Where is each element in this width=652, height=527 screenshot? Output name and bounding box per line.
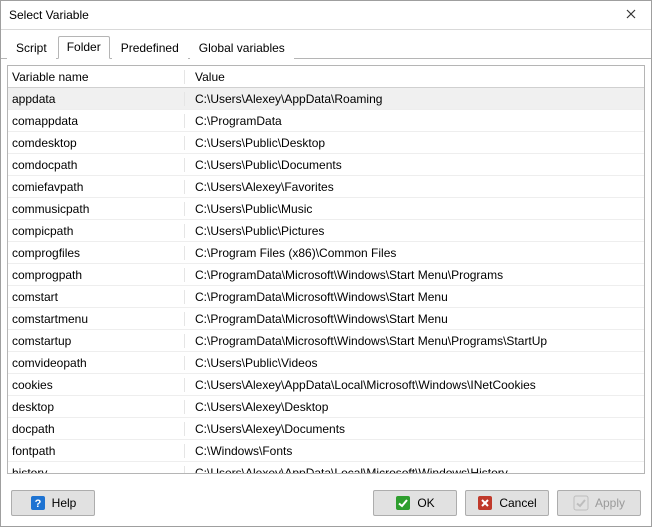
table-row[interactable]: commusicpathC:\Users\Public\Music [8, 198, 644, 220]
cell-variable-name: comstartmenu [8, 312, 185, 326]
cell-variable-name: compicpath [8, 224, 185, 238]
help-label: Help [52, 496, 77, 510]
ok-button[interactable]: OK [373, 490, 457, 516]
table-row[interactable]: comiefavpathC:\Users\Alexey\Favorites [8, 176, 644, 198]
cell-variable-name: commusicpath [8, 202, 185, 216]
svg-text:?: ? [34, 498, 41, 510]
table-row[interactable]: comprogfilesC:\Program Files (x86)\Commo… [8, 242, 644, 264]
tab-script[interactable]: Script [7, 37, 56, 59]
table-row[interactable]: historyC:\Users\Alexey\AppData\Local\Mic… [8, 462, 644, 473]
cell-variable-value: C:\Users\Alexey\AppData\Local\Microsoft\… [185, 378, 644, 392]
cell-variable-value: C:\Program Files (x86)\Common Files [185, 246, 644, 260]
cancel-button[interactable]: Cancel [465, 490, 549, 516]
titlebar: Select Variable [1, 1, 651, 30]
dialog-window: Select Variable Script Folder Predefined Gl… [0, 0, 652, 527]
tab-label: Global variables [199, 41, 285, 55]
cell-variable-name: fontpath [8, 444, 185, 458]
tab-label: Predefined [121, 41, 179, 55]
table-row[interactable]: comdocpathC:\Users\Public\Documents [8, 154, 644, 176]
tab-label: Folder [67, 40, 101, 54]
table-row[interactable]: compicpathC:\Users\Public\Pictures [8, 220, 644, 242]
cell-variable-value: C:\Users\Alexey\AppData\Local\Microsoft\… [185, 466, 644, 474]
cell-variable-value: C:\ProgramData\Microsoft\Windows\Start M… [185, 290, 644, 304]
tab-strip: Script Folder Predefined Global variables [1, 30, 651, 59]
close-icon [626, 8, 636, 22]
cell-variable-value: C:\Users\Public\Music [185, 202, 644, 216]
tab-predefined[interactable]: Predefined [112, 37, 188, 59]
tab-label: Script [16, 41, 47, 55]
table-row[interactable]: comstartupC:\ProgramData\Microsoft\Windo… [8, 330, 644, 352]
cell-variable-value: C:\Users\Alexey\AppData\Roaming [185, 92, 644, 106]
table-row[interactable]: comdesktopC:\Users\Public\Desktop [8, 132, 644, 154]
ok-label: OK [417, 496, 434, 510]
cell-variable-value: C:\ProgramData\Microsoft\Windows\Start M… [185, 268, 644, 282]
cell-variable-name: comiefavpath [8, 180, 185, 194]
close-button[interactable] [611, 1, 651, 29]
grid-header: Variable name Value [8, 66, 644, 88]
cell-variable-name: docpath [8, 422, 185, 436]
cancel-label: Cancel [499, 496, 536, 510]
cell-variable-value: C:\Users\Public\Pictures [185, 224, 644, 238]
cell-variable-value: C:\ProgramData\Microsoft\Windows\Start M… [185, 334, 644, 348]
table-row[interactable]: comstartC:\ProgramData\Microsoft\Windows… [8, 286, 644, 308]
table-row[interactable]: desktopC:\Users\Alexey\Desktop [8, 396, 644, 418]
cell-variable-name: comprogpath [8, 268, 185, 282]
column-header-name[interactable]: Variable name [8, 70, 185, 84]
table-row[interactable]: comstartmenuC:\ProgramData\Microsoft\Win… [8, 308, 644, 330]
table-row[interactable]: appdataC:\Users\Alexey\AppData\Roaming [8, 88, 644, 110]
cell-variable-name: comprogfiles [8, 246, 185, 260]
window-title: Select Variable [9, 8, 611, 22]
cell-variable-name: comappdata [8, 114, 185, 128]
grid-scroll[interactable]: Variable name Value appdataC:\Users\Alex… [8, 66, 644, 473]
cell-variable-name: appdata [8, 92, 185, 106]
cell-variable-name: history [8, 466, 185, 474]
cell-variable-value: C:\Users\Public\Desktop [185, 136, 644, 150]
table-row[interactable]: cookiesC:\Users\Alexey\AppData\Local\Mic… [8, 374, 644, 396]
cell-variable-name: comdocpath [8, 158, 185, 172]
apply-icon [573, 495, 589, 511]
table-row[interactable]: comappdataC:\ProgramData [8, 110, 644, 132]
cell-variable-value: C:\Users\Alexey\Favorites [185, 180, 644, 194]
apply-label: Apply [595, 496, 625, 510]
apply-button[interactable]: Apply [557, 490, 641, 516]
cell-variable-name: comstartup [8, 334, 185, 348]
cancel-icon [477, 495, 493, 511]
cell-variable-name: desktop [8, 400, 185, 414]
variable-grid: Variable name Value appdataC:\Users\Alex… [7, 65, 645, 474]
table-row[interactable]: comvideopathC:\Users\Public\Videos [8, 352, 644, 374]
help-button[interactable]: ? Help [11, 490, 95, 516]
cell-variable-value: C:\Users\Public\Documents [185, 158, 644, 172]
cell-variable-value: C:\Windows\Fonts [185, 444, 644, 458]
tab-folder[interactable]: Folder [58, 36, 110, 59]
cell-variable-name: comstart [8, 290, 185, 304]
column-header-value[interactable]: Value [185, 70, 644, 84]
cell-variable-name: comvideopath [8, 356, 185, 370]
cell-variable-name: comdesktop [8, 136, 185, 150]
cell-variable-name: cookies [8, 378, 185, 392]
help-icon: ? [30, 495, 46, 511]
table-row[interactable]: fontpathC:\Windows\Fonts [8, 440, 644, 462]
cell-variable-value: C:\ProgramData\Microsoft\Windows\Start M… [185, 312, 644, 326]
cell-variable-value: C:\Users\Alexey\Desktop [185, 400, 644, 414]
table-row[interactable]: comprogpathC:\ProgramData\Microsoft\Wind… [8, 264, 644, 286]
cell-variable-value: C:\ProgramData [185, 114, 644, 128]
check-icon [395, 495, 411, 511]
content-area: Variable name Value appdataC:\Users\Alex… [1, 59, 651, 480]
tab-global-variables[interactable]: Global variables [190, 37, 294, 59]
button-bar: ? Help OK Cancel Apply [1, 480, 651, 526]
table-row[interactable]: docpathC:\Users\Alexey\Documents [8, 418, 644, 440]
cell-variable-value: C:\Users\Public\Videos [185, 356, 644, 370]
cell-variable-value: C:\Users\Alexey\Documents [185, 422, 644, 436]
